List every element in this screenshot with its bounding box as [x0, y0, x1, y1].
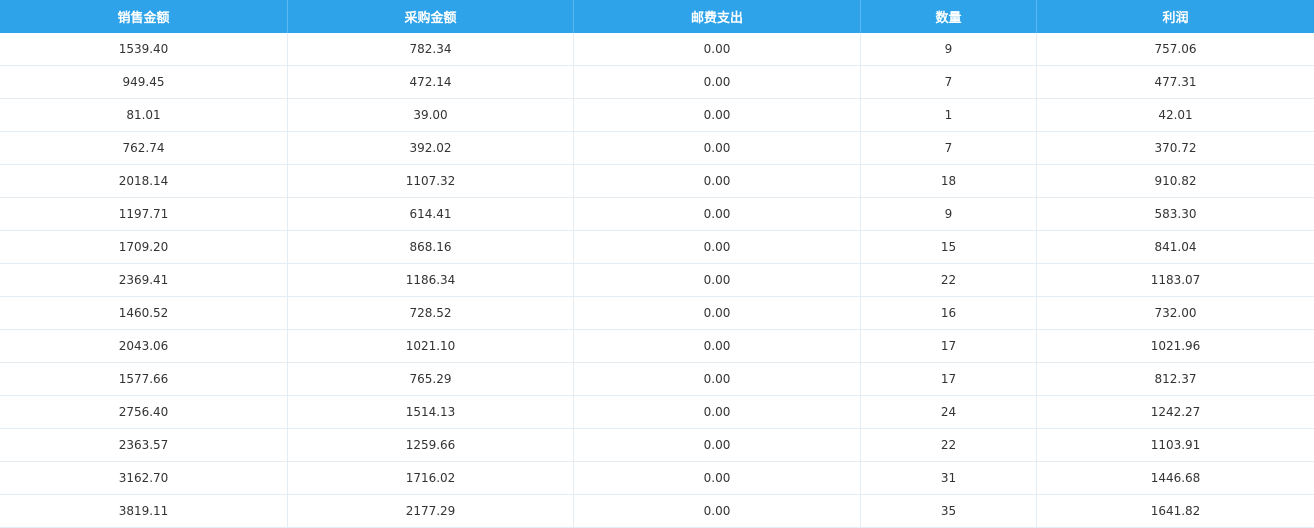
sales-amount-cell: 2018.14: [0, 165, 288, 197]
postage-cell: 0.00: [574, 330, 861, 362]
sales-amount-cell: 1709.20: [0, 231, 288, 263]
purchase-amount-cell: 1716.02: [288, 462, 574, 494]
purchase-amount-cell: 1021.10: [288, 330, 574, 362]
table-body: 1539.40 782.34 0.00 9 757.06 949.45 472.14 0.00…: [0, 33, 1314, 528]
purchase-amount-cell: 1107.32: [288, 165, 574, 197]
profit-cell: 841.04: [1154, 240, 1197, 254]
data-table: 销售金额 采购金额 邮费支出 数量 利润 1539.40 782.34 0.00 9 7…: [0, 0, 1314, 528]
purchase-amount-cell: 39.00: [288, 99, 574, 131]
profit-cell: 1446.68: [1150, 471, 1201, 485]
table-row[interactable]: 1460.52 728.52 0.00 16 732.00: [0, 297, 1314, 330]
postage-cell: 0.00: [574, 132, 861, 164]
postage-cell: 0.00: [574, 231, 861, 263]
quantity-cell: 16: [861, 297, 1037, 329]
postage-cell: 0.00: [574, 429, 861, 461]
column-header-postage[interactable]: 邮费支出: [574, 0, 861, 33]
sales-amount-cell: 1539.40: [0, 33, 288, 65]
column-header-quantity[interactable]: 数量: [861, 0, 1037, 33]
profit-cell: 757.06: [1154, 42, 1197, 56]
table-row[interactable]: 2043.06 1021.10 0.00 17 1021.96: [0, 330, 1314, 363]
postage-cell: 0.00: [574, 462, 861, 494]
quantity-cell: 22: [861, 429, 1037, 461]
postage-cell: 0.00: [574, 363, 861, 395]
postage-cell: 0.00: [574, 396, 861, 428]
table-row[interactable]: 1197.71 614.41 0.00 9 583.30: [0, 198, 1314, 231]
postage-cell: 0.00: [574, 99, 861, 131]
quantity-cell: 18: [861, 165, 1037, 197]
table-row[interactable]: 2018.14 1107.32 0.00 18 910.82: [0, 165, 1314, 198]
purchase-amount-cell: 472.14: [288, 66, 574, 98]
table-row[interactable]: 1539.40 782.34 0.00 9 757.06: [0, 33, 1314, 66]
purchase-amount-cell: 728.52: [288, 297, 574, 329]
postage-cell: 0.00: [574, 264, 861, 296]
purchase-amount-cell: 2177.29: [288, 495, 574, 527]
purchase-amount-cell: 1186.34: [288, 264, 574, 296]
sales-amount-cell: 949.45: [0, 66, 288, 98]
table-row[interactable]: 2363.57 1259.66 0.00 22 1103.91: [0, 429, 1314, 462]
purchase-amount-cell: 868.16: [288, 231, 574, 263]
table-row[interactable]: 1577.66 765.29 0.00 17 812.37: [0, 363, 1314, 396]
sales-amount-cell: 2363.57: [0, 429, 288, 461]
table-header: 销售金额 采购金额 邮费支出 数量 利润: [0, 0, 1314, 33]
sales-amount-cell: 762.74: [0, 132, 288, 164]
sales-amount-cell: 3162.70: [0, 462, 288, 494]
quantity-cell: 9: [861, 33, 1037, 65]
sales-amount-cell: 2756.40: [0, 396, 288, 428]
profit-cell: 910.82: [1154, 174, 1197, 188]
table-row[interactable]: 3819.11 2177.29 0.00 35 1641.82: [0, 495, 1314, 528]
quantity-cell: 15: [861, 231, 1037, 263]
quantity-cell: 22: [861, 264, 1037, 296]
profit-cell: 732.00: [1154, 306, 1197, 320]
profit-cell: 1021.96: [1150, 339, 1201, 353]
column-header-profit[interactable]: 利润: [1037, 0, 1314, 33]
purchase-amount-cell: 392.02: [288, 132, 574, 164]
purchase-amount-cell: 1514.13: [288, 396, 574, 428]
quantity-cell: 7: [861, 132, 1037, 164]
quantity-cell: 17: [861, 363, 1037, 395]
profit-cell: 477.31: [1154, 75, 1197, 89]
quantity-cell: 24: [861, 396, 1037, 428]
table-row[interactable]: 1709.20 868.16 0.00 15 841.04: [0, 231, 1314, 264]
sales-amount-cell: 2043.06: [0, 330, 288, 362]
column-header-sales-amount[interactable]: 销售金额: [0, 0, 288, 33]
profit-cell: 1641.82: [1150, 504, 1201, 518]
quantity-cell: 9: [861, 198, 1037, 230]
table-row[interactable]: 81.01 39.00 0.00 1 42.01: [0, 99, 1314, 132]
quantity-cell: 17: [861, 330, 1037, 362]
purchase-amount-cell: 782.34: [288, 33, 574, 65]
profit-cell: 1183.07: [1150, 273, 1201, 287]
column-header-purchase-amount[interactable]: 采购金额: [288, 0, 574, 33]
table-row[interactable]: 2369.41 1186.34 0.00 22 1183.07: [0, 264, 1314, 297]
profit-cell: 370.72: [1154, 141, 1197, 155]
table-row[interactable]: 3162.70 1716.02 0.00 31 1446.68: [0, 462, 1314, 495]
sales-amount-cell: 1460.52: [0, 297, 288, 329]
postage-cell: 0.00: [574, 33, 861, 65]
profit-cell: 812.37: [1154, 372, 1197, 386]
sales-amount-cell: 81.01: [0, 99, 288, 131]
table-row[interactable]: 762.74 392.02 0.00 7 370.72: [0, 132, 1314, 165]
postage-cell: 0.00: [574, 66, 861, 98]
table-row[interactable]: 2756.40 1514.13 0.00 24 1242.27: [0, 396, 1314, 429]
postage-cell: 0.00: [574, 198, 861, 230]
profit-cell: 583.30: [1154, 207, 1197, 221]
postage-cell: 0.00: [574, 297, 861, 329]
purchase-amount-cell: 765.29: [288, 363, 574, 395]
postage-cell: 0.00: [574, 495, 861, 527]
table-row[interactable]: 949.45 472.14 0.00 7 477.31: [0, 66, 1314, 99]
quantity-cell: 31: [861, 462, 1037, 494]
quantity-cell: 1: [861, 99, 1037, 131]
profit-cell: 1103.91: [1150, 438, 1201, 452]
sales-amount-cell: 2369.41: [0, 264, 288, 296]
sales-amount-cell: 1577.66: [0, 363, 288, 395]
quantity-cell: 7: [861, 66, 1037, 98]
profit-cell: 42.01: [1158, 108, 1193, 122]
quantity-cell: 35: [861, 495, 1037, 527]
sales-amount-cell: 1197.71: [0, 198, 288, 230]
profit-cell: 1242.27: [1150, 405, 1201, 419]
sales-amount-cell: 3819.11: [0, 495, 288, 527]
postage-cell: 0.00: [574, 165, 861, 197]
purchase-amount-cell: 614.41: [288, 198, 574, 230]
purchase-amount-cell: 1259.66: [288, 429, 574, 461]
